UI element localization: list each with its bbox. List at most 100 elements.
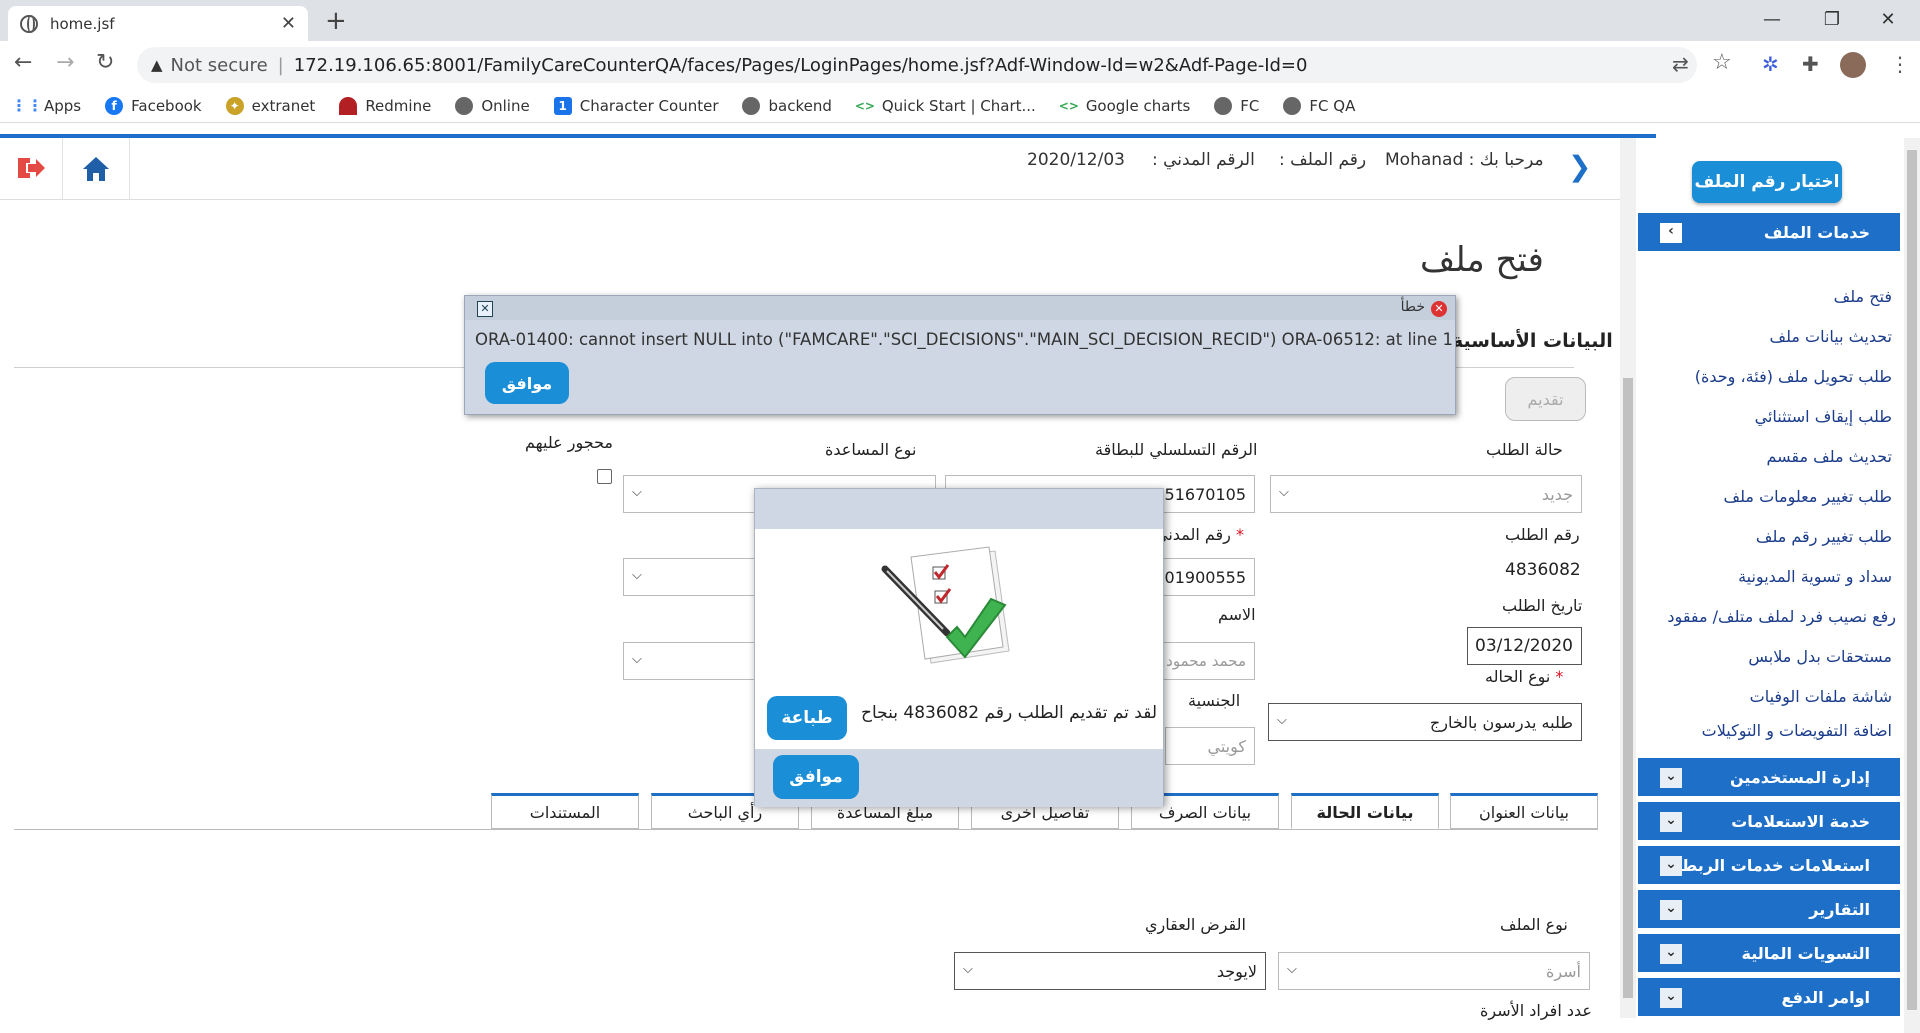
label-family-members: عدد افراد الأسرة (1480, 1001, 1592, 1020)
sidebar-link-exceptional-stop[interactable]: طلب إيقاف استثنائي (1755, 407, 1892, 426)
success-popup: لقد تم تقديم الطلب رقم 4836082 بنجاح طبا… (754, 488, 1164, 807)
sidebar-section-user-management[interactable]: ⌄ إدارة المستخدمين (1638, 758, 1900, 798)
request-status-select[interactable]: جديد ⌵ (1270, 475, 1582, 513)
sidebar-link-open-file[interactable]: فتح ملف (1834, 287, 1892, 306)
sidebar-scrollbar[interactable] (1904, 138, 1920, 1033)
sidebar-section-link-inquiries[interactable]: ⌄ استعلامات خدمات الربط (1638, 846, 1900, 886)
tab-case[interactable]: بيانات الحالة (1291, 793, 1439, 829)
home-button[interactable] (62, 138, 130, 200)
home-icon (83, 157, 109, 181)
sidebar-section-payment-orders[interactable]: ⌄ اوامر الدفع (1638, 978, 1900, 1018)
sidebar-section-inquiries[interactable]: ⌄ خدمة الاستعلامات (1638, 802, 1900, 842)
extension-icon[interactable]: ✲ (1762, 52, 1779, 76)
divider (14, 829, 1598, 830)
back-icon[interactable]: ← (14, 50, 32, 75)
translate-icon[interactable]: ⇄ (1672, 52, 1689, 76)
pick-file-button[interactable]: اختيار رقم الملف (1692, 161, 1842, 203)
reload-icon[interactable]: ↻ (96, 50, 114, 75)
request-date-field[interactable]: 03/12/2020 (1467, 627, 1582, 665)
restricted-checkbox[interactable] (597, 469, 612, 484)
sidebar-link-clothing-allowance[interactable]: مستحقات بدل ملابس (1748, 647, 1892, 666)
facebook-icon: f (105, 96, 124, 115)
new-tab-button[interactable]: + (325, 6, 347, 36)
header-date: 2020/12/03 (1027, 150, 1125, 170)
profile-avatar[interactable] (1840, 52, 1866, 78)
chevron-down-icon: ⌵ (1287, 962, 1297, 977)
bookmark-google-charts[interactable]: <> Google charts (1058, 96, 1190, 115)
forward-icon[interactable]: → (56, 50, 74, 75)
header-civil-id-label: الرقم المدني : (1152, 150, 1255, 170)
bookmark-redmine[interactable]: Redmine (339, 96, 431, 115)
minimize-button[interactable]: — (1742, 4, 1802, 36)
page-title: فتح ملف (1420, 240, 1544, 280)
error-message: ORA-01400: cannot insert NULL into ("FAM… (475, 330, 1453, 349)
chevron-down-icon: ⌄ (1660, 900, 1682, 920)
label-file-type: نوع الملف (1500, 915, 1568, 934)
housing-loan-select[interactable]: لايوجد ⌵ (954, 952, 1266, 990)
globe-icon (20, 14, 38, 33)
emblem-icon: ✦ (225, 96, 244, 115)
tab-title: home.jsf (50, 14, 115, 33)
checklist-success-icon (877, 541, 1037, 671)
bookmark-character-counter[interactable]: 1 Character Counter (553, 96, 718, 115)
maximize-button[interactable]: ❐ (1802, 4, 1862, 36)
chevron-left-icon: ‹ (1660, 223, 1682, 243)
sidebar-link-lost-file-share[interactable]: رفع نصيب فرد لملف متلف/ مفقود (1667, 607, 1896, 626)
browser-tab[interactable]: home.jsf ✕ (8, 6, 308, 41)
sidebar-link-change-file-number[interactable]: طلب تغيير رقم ملف (1756, 527, 1892, 546)
submit-button[interactable]: تقديم (1505, 377, 1586, 421)
warning-icon: ▲ (151, 56, 163, 74)
globe-icon (1283, 96, 1302, 115)
file-type-select[interactable]: أسرة ⌵ (1278, 952, 1590, 990)
close-icon[interactable]: ✕ (477, 301, 493, 317)
sidebar-section-reports[interactable]: ⌄ التقارير (1638, 890, 1900, 930)
bookmark-extranet[interactable]: ✦ extranet (225, 96, 315, 115)
bookmark-fc[interactable]: FC (1214, 96, 1259, 115)
sidebar-section-financial-settlements[interactable]: ⌄ التسويات المالية (1638, 934, 1900, 974)
code-icon: <> (854, 96, 875, 115)
bookmark-backend[interactable]: backend (742, 96, 832, 115)
address-bar[interactable]: ▲ Not secure | 172.19.106.65:8001/Family… (137, 47, 1697, 83)
sidebar-link-update-split-file[interactable]: تحديث ملف مقسم (1766, 447, 1892, 466)
label-request-date: تاريخ الطلب (1502, 596, 1583, 615)
label-request-number: رقم الطلب (1505, 525, 1580, 544)
error-ok-button[interactable]: موافق (485, 362, 569, 404)
label-civil-id: * رقم المدني (1155, 525, 1244, 544)
sidebar-link-update-file[interactable]: تحديث بيانات ملف (1770, 327, 1893, 346)
print-button[interactable]: طباعة (767, 696, 847, 740)
puzzle-icon[interactable]: ✚ (1802, 52, 1819, 76)
chevron-down-icon: ⌵ (1277, 713, 1287, 728)
sidebar-link-debt-settlement[interactable]: سداد و تسوية المديونية (1738, 567, 1892, 586)
close-tab-icon[interactable]: ✕ (281, 13, 296, 34)
chevron-down-icon: ⌄ (1660, 944, 1682, 964)
success-ok-button[interactable]: موافق (773, 755, 859, 799)
case-type-select[interactable]: طلبه يدرسون بالخارج ⌵ (1268, 703, 1582, 741)
code-icon: <> (1058, 96, 1079, 115)
nationality-field[interactable]: كويتي (1165, 727, 1255, 765)
error-popup-titlebar (465, 296, 1455, 320)
bookmark-facebook[interactable]: f Facebook (105, 96, 202, 115)
label-restricted: محجور عليهم (525, 433, 613, 452)
app-header (0, 138, 1620, 200)
tab-address[interactable]: بيانات العنوان (1450, 793, 1598, 829)
sidebar-section-file-services[interactable]: ‹ خدمات الملف (1638, 213, 1900, 253)
sidebar-link-authorizations[interactable]: اضافة التفويضات و التوكيلات (1702, 721, 1892, 740)
name-field[interactable]: محمد محمود (1160, 642, 1255, 680)
sidebar-link-deceased-files[interactable]: شاشة ملفات الوفيات (1750, 687, 1892, 706)
error-title: خطأ (1400, 299, 1425, 315)
bookmark-online[interactable]: Online (455, 96, 530, 115)
bookmark-quick-start[interactable]: <> Quick Start | Chart... (854, 96, 1036, 115)
bookmark-star-icon[interactable]: ☆ (1712, 50, 1732, 75)
main-scrollbar[interactable] (1620, 138, 1636, 1018)
bookmark-apps[interactable]: ⋮⋮ Apps (11, 96, 81, 115)
menu-icon[interactable]: ⋮ (1890, 52, 1910, 76)
logout-icon[interactable] (14, 152, 46, 184)
success-message: لقد تم تقديم الطلب رقم 4836082 بنجاح (860, 703, 1157, 723)
sidebar-link-change-file-info[interactable]: طلب تغيير معلومات ملف (1724, 487, 1892, 506)
sidebar-link-transfer-file[interactable]: طلب تحويل ملف (فئة، وحدة) (1695, 367, 1892, 386)
chevron-right-icon[interactable]: ❯ (1568, 150, 1591, 183)
bookmarks-bar: ⋮⋮ Apps f Facebook ✦ extranet Redmine Onlin… (0, 89, 1920, 123)
tab-documents[interactable]: المستندات (491, 793, 639, 829)
close-window-button[interactable]: ✕ (1858, 4, 1918, 36)
bookmark-fc-qa[interactable]: FC QA (1283, 96, 1355, 115)
